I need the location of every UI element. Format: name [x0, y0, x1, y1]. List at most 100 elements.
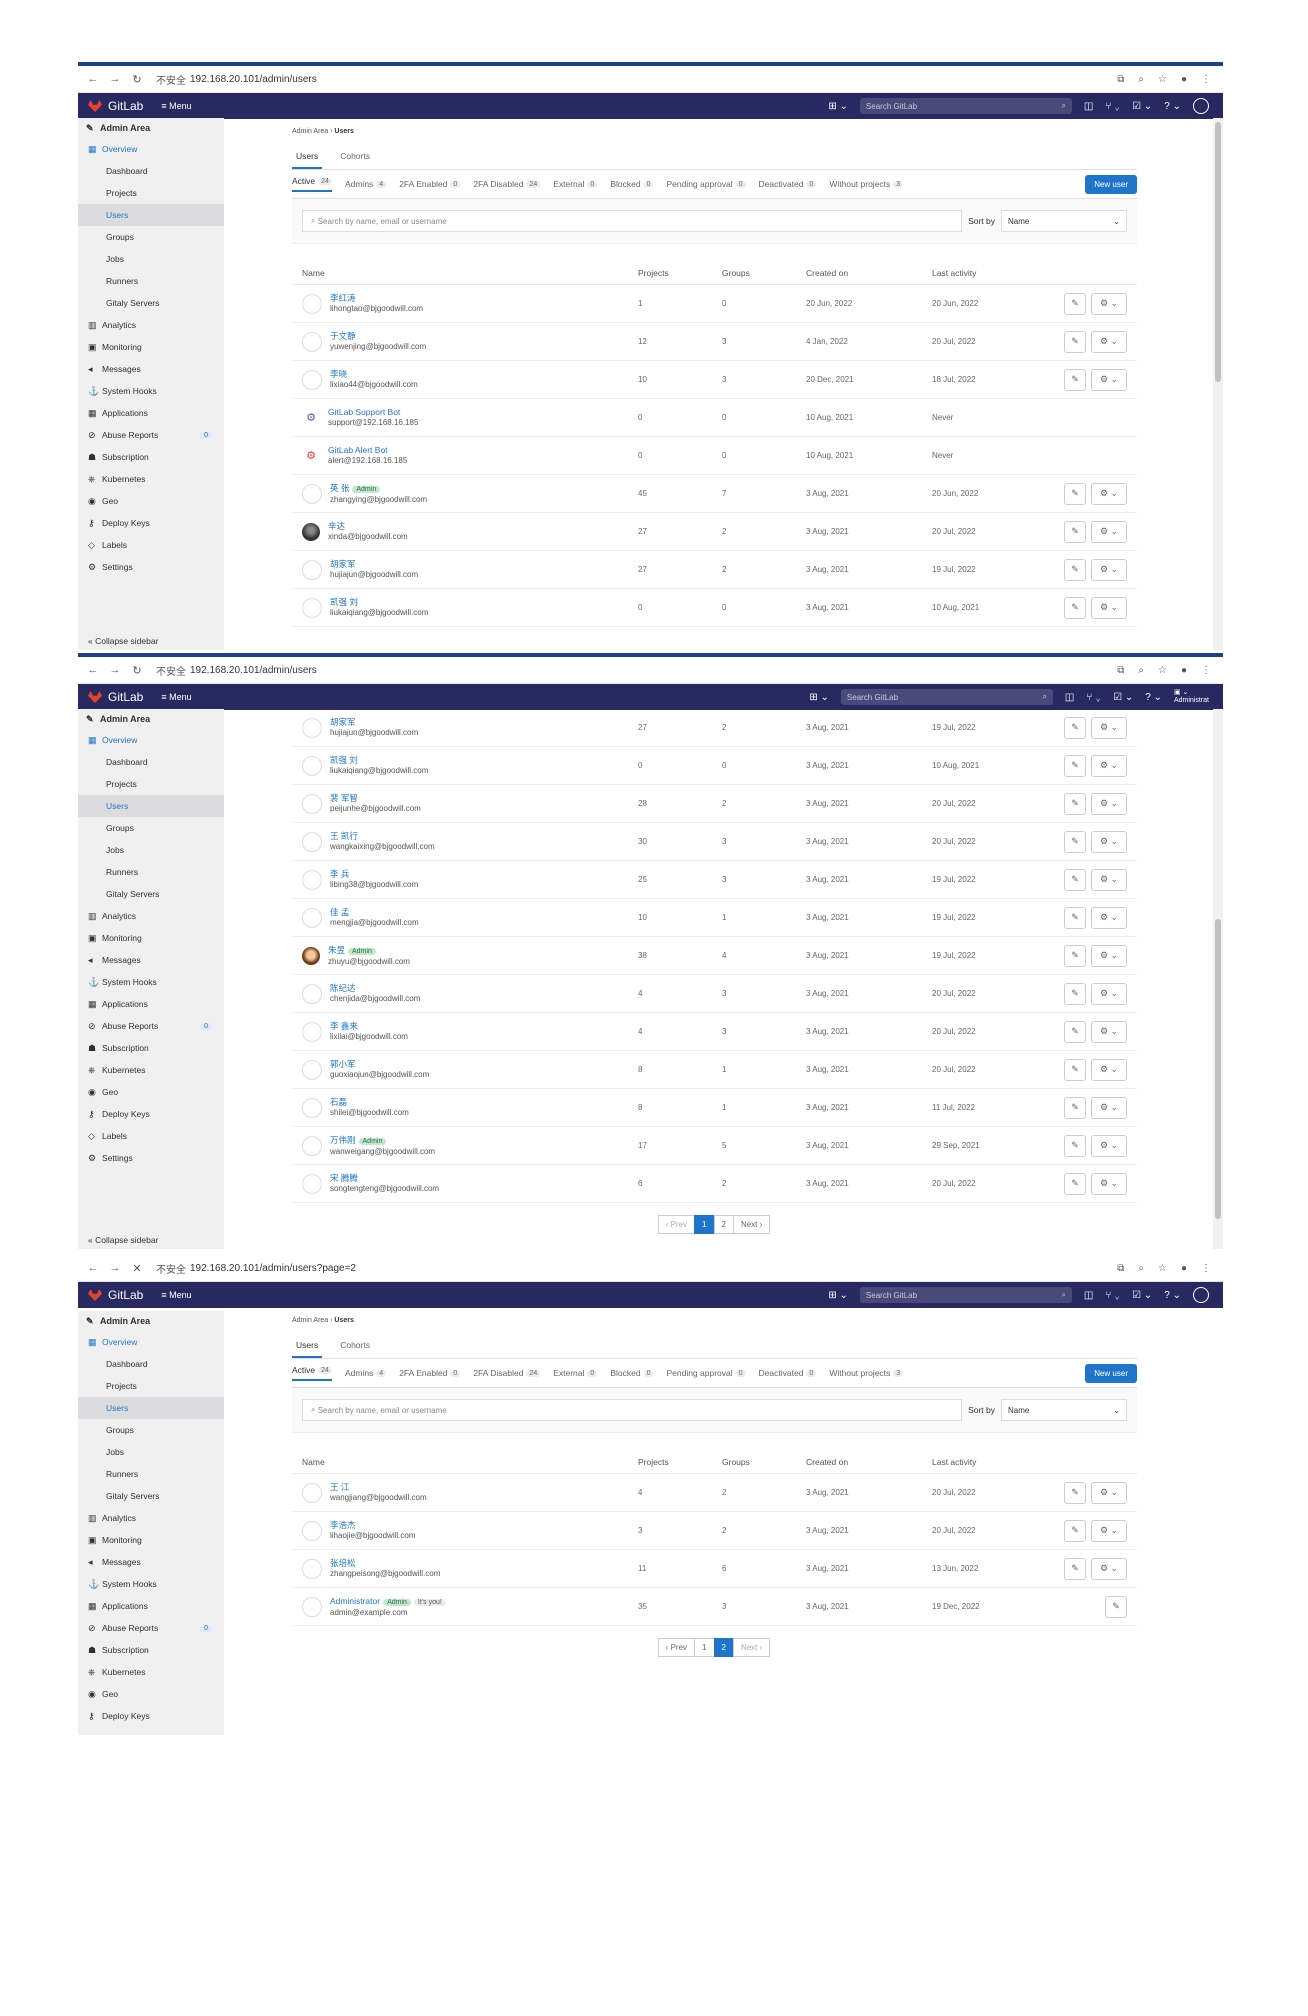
new-dropdown-icon[interactable]: ⊞ ⌄	[809, 692, 829, 703]
sort-select[interactable]: Name ⌄	[1001, 1399, 1127, 1421]
filter-tab-active[interactable]: Active 24	[292, 176, 332, 192]
filter-tab-active[interactable]: Active 24	[292, 1365, 332, 1381]
user-name-link[interactable]: 凯强 刘	[330, 755, 358, 765]
sidebar-subitem-gitaly-servers[interactable]: Gitaly Servers	[78, 292, 224, 314]
user-settings-dropdown[interactable]: ⚙ ⌄	[1091, 868, 1127, 891]
user-name-link[interactable]: 陈纪达	[330, 983, 356, 993]
sidebar-item-deploy-keys[interactable]: ⚷ Deploy Keys	[78, 1705, 224, 1727]
sidebar-subitem-groups[interactable]: Groups	[78, 1419, 224, 1441]
sidebar-subitem-gitaly-servers[interactable]: Gitaly Servers	[78, 1485, 224, 1507]
user-settings-dropdown[interactable]: ⚙ ⌄	[1091, 716, 1127, 739]
sidebar-item-analytics[interactable]: ▥ Analytics	[78, 905, 224, 927]
user-avatar[interactable]	[1193, 1287, 1209, 1303]
user-settings-dropdown[interactable]: ⚙ ⌄	[1091, 330, 1127, 353]
user-settings-dropdown[interactable]: ⚙ ⌄	[1091, 792, 1127, 815]
edit-user-button[interactable]: ✎	[1064, 830, 1086, 853]
user-settings-dropdown[interactable]: ⚙ ⌄	[1091, 1096, 1127, 1119]
user-name-link[interactable]: 朱昱	[328, 945, 345, 955]
user-settings-dropdown[interactable]: ⚙ ⌄	[1091, 596, 1127, 619]
help-icon[interactable]: ? ⌄	[1164, 101, 1181, 112]
user-settings-dropdown[interactable]: ⚙ ⌄	[1091, 1134, 1127, 1157]
edit-user-button[interactable]: ✎	[1064, 906, 1086, 929]
sidebar-item-settings[interactable]: ⚙ Settings	[78, 1147, 224, 1169]
user-name-link[interactable]: 胡家军	[330, 559, 356, 569]
merge-requests-icon[interactable]: ⑂ ⌄	[1086, 692, 1101, 703]
user-avatar-menu[interactable]: ▣ ⌄ Administrat	[1174, 689, 1209, 705]
edit-user-button[interactable]: ✎	[1064, 1096, 1086, 1119]
menu-button[interactable]: ≡ Menu	[161, 101, 191, 111]
prev-page-button[interactable]: ‹ Prev	[657, 1638, 696, 1657]
zoom-icon[interactable]: ⌕	[1138, 665, 1144, 676]
kebab-icon[interactable]: ⋮	[1201, 665, 1211, 676]
edit-user-button[interactable]: ✎	[1064, 330, 1086, 353]
breadcrumb-root[interactable]: Admin Area	[292, 1317, 328, 1324]
sidebar-item-kubernetes[interactable]: ⎈ Kubernetes	[78, 1059, 224, 1081]
user-settings-dropdown[interactable]: ⚙ ⌄	[1091, 1020, 1127, 1043]
todos-icon[interactable]: ☑ ⌄	[1113, 692, 1133, 703]
sidebar-item-monitoring[interactable]: ▣ Monitoring	[78, 336, 224, 358]
profile-icon[interactable]: ●	[1181, 665, 1187, 676]
sidebar-item-applications[interactable]: ▦ Applications	[78, 402, 224, 424]
reload-icon[interactable]: ↻	[130, 664, 144, 677]
gitlab-logo[interactable]: GitLab	[88, 1288, 143, 1302]
new-user-button[interactable]: New user	[1085, 174, 1137, 194]
zoom-icon[interactable]: ⌕	[1138, 74, 1144, 85]
back-icon[interactable]: ←	[86, 1262, 100, 1274]
new-dropdown-icon[interactable]: ⊞ ⌄	[828, 1290, 848, 1301]
sidebar-item-abuse-reports[interactable]: ⊘ Abuse Reports 0	[78, 424, 224, 446]
filter-tab-2fa-enabled[interactable]: 2FA Enabled 0	[399, 1368, 461, 1378]
reload-icon[interactable]: ↻	[130, 73, 144, 86]
top-search-input[interactable]: Search GitLab ⌕	[859, 98, 1072, 114]
filter-tab-admins[interactable]: Admins 4	[345, 1368, 387, 1378]
sidebar-subitem-projects[interactable]: Projects	[78, 773, 224, 795]
sidebar-item-analytics[interactable]: ▥ Analytics	[78, 1507, 224, 1529]
edit-user-button[interactable]: ✎	[1064, 982, 1086, 1005]
sidebar-item-messages[interactable]: ◂ Messages	[78, 1551, 224, 1573]
help-icon[interactable]: ? ⌄	[1164, 1290, 1181, 1301]
sidebar-subitem-dashboard[interactable]: Dashboard	[78, 1353, 224, 1375]
user-name-link[interactable]: 李红涛	[330, 293, 356, 303]
sidebar-item-applications[interactable]: ▦ Applications	[78, 993, 224, 1015]
user-settings-dropdown[interactable]: ⚙ ⌄	[1091, 1557, 1127, 1580]
user-name-link[interactable]: 郭小军	[330, 1059, 356, 1069]
gitlab-logo[interactable]: GitLab	[88, 99, 143, 113]
edit-user-button[interactable]: ✎	[1064, 1519, 1086, 1542]
sidebar-item-geo[interactable]: ◉ Geo	[78, 1683, 224, 1705]
filter-tab-without-projects[interactable]: Without projects 3	[829, 1368, 904, 1378]
forward-icon[interactable]: →	[108, 1262, 122, 1274]
sidebar-title[interactable]: ✎ Admin Area	[78, 1311, 224, 1331]
sidebar-item-deploy-keys[interactable]: ⚷ Deploy Keys	[78, 512, 224, 534]
sidebar-subitem-groups[interactable]: Groups	[78, 817, 224, 839]
user-settings-dropdown[interactable]: ⚙ ⌄	[1091, 520, 1127, 543]
sidebar-subitem-users[interactable]: Users	[78, 795, 224, 817]
user-settings-dropdown[interactable]: ⚙ ⌄	[1091, 1172, 1127, 1195]
user-search-input[interactable]: ⌕ Search by name, email or username	[302, 210, 963, 232]
merge-requests-icon[interactable]: ⑂ ⌄	[1105, 101, 1120, 112]
scrollbar[interactable]	[1213, 709, 1223, 1249]
tab-users[interactable]: Users	[292, 1332, 323, 1358]
sidebar-subitem-runners[interactable]: Runners	[78, 1463, 224, 1485]
sidebar-subitem-projects[interactable]: Projects	[78, 1375, 224, 1397]
edit-user-button[interactable]: ✎	[1064, 482, 1086, 505]
user-name-link[interactable]: 李晓	[330, 369, 347, 379]
sidebar-item-messages[interactable]: ◂ Messages	[78, 949, 224, 971]
edit-user-button[interactable]: ✎	[1105, 1595, 1127, 1618]
security-label[interactable]: 不安全	[156, 663, 186, 678]
edit-user-button[interactable]: ✎	[1064, 868, 1086, 891]
sidebar-subitem-jobs[interactable]: Jobs	[78, 1441, 224, 1463]
filter-tab-2fa-enabled[interactable]: 2FA Enabled 0	[399, 179, 461, 189]
bookmark-icon[interactable]: ☆	[1158, 74, 1167, 85]
user-name-link[interactable]: 于文静	[330, 331, 356, 341]
user-settings-dropdown[interactable]: ⚙ ⌄	[1091, 1481, 1127, 1504]
todos-icon[interactable]: ☑ ⌄	[1132, 1290, 1152, 1301]
user-name-link[interactable]: 石磊	[330, 1097, 347, 1107]
top-search-input[interactable]: Search GitLab ⌕	[859, 1287, 1072, 1303]
sidebar-subitem-dashboard[interactable]: Dashboard	[78, 160, 224, 182]
sidebar-title[interactable]: ✎ Admin Area	[78, 709, 224, 729]
sidebar-item-settings[interactable]: ⚙ Settings	[78, 556, 224, 578]
sidebar-item-abuse-reports[interactable]: ⊘ Abuse Reports 0	[78, 1617, 224, 1639]
sidebar-item-labels[interactable]: ◇ Labels	[78, 534, 224, 556]
sidebar-subitem-runners[interactable]: Runners	[78, 270, 224, 292]
bookmark-icon[interactable]: ☆	[1158, 1263, 1167, 1274]
edit-user-button[interactable]: ✎	[1064, 368, 1086, 391]
